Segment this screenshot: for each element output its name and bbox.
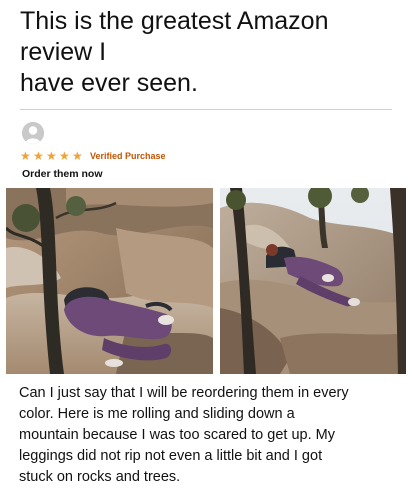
star-icon: ★ — [33, 149, 44, 163]
headline-line-2: review I — [20, 38, 107, 66]
review-body: Can I just say that I will be reordering… — [19, 383, 403, 488]
star-icon: ★ — [46, 149, 57, 163]
headline-line-3: have ever seen. — [20, 69, 198, 97]
review-body-line: color. Here is me rolling and sliding do… — [19, 406, 295, 422]
verified-purchase-badge[interactable]: Verified Purchase — [90, 151, 166, 161]
post-headline: This is the greatest Amazon review I hav… — [20, 6, 400, 99]
review-card: ★ ★ ★ ★ ★ Verified Purchase Order them n… — [0, 112, 412, 500]
star-icon: ★ — [20, 149, 31, 163]
review-photo-1[interactable] — [6, 188, 213, 374]
rating-row: ★ ★ ★ ★ ★ Verified Purchase — [20, 149, 166, 163]
divider — [20, 109, 392, 110]
review-body-line: Can I just say that I will be reordering… — [19, 385, 349, 401]
headline-line-1: This is the greatest Amazon — [20, 7, 329, 35]
user-avatar-icon[interactable] — [22, 122, 44, 144]
star-rating: ★ ★ ★ ★ ★ — [20, 150, 84, 162]
review-photo-2[interactable] — [220, 188, 406, 374]
review-body-line: stuck on rocks and trees. — [19, 469, 181, 485]
star-icon: ★ — [59, 149, 70, 163]
star-icon: ★ — [72, 149, 83, 163]
review-title[interactable]: Order them now — [22, 168, 103, 180]
review-body-line: mountain because I was too scared to get… — [19, 427, 335, 443]
review-body-line: leggings did not rip not even a little b… — [19, 448, 323, 464]
